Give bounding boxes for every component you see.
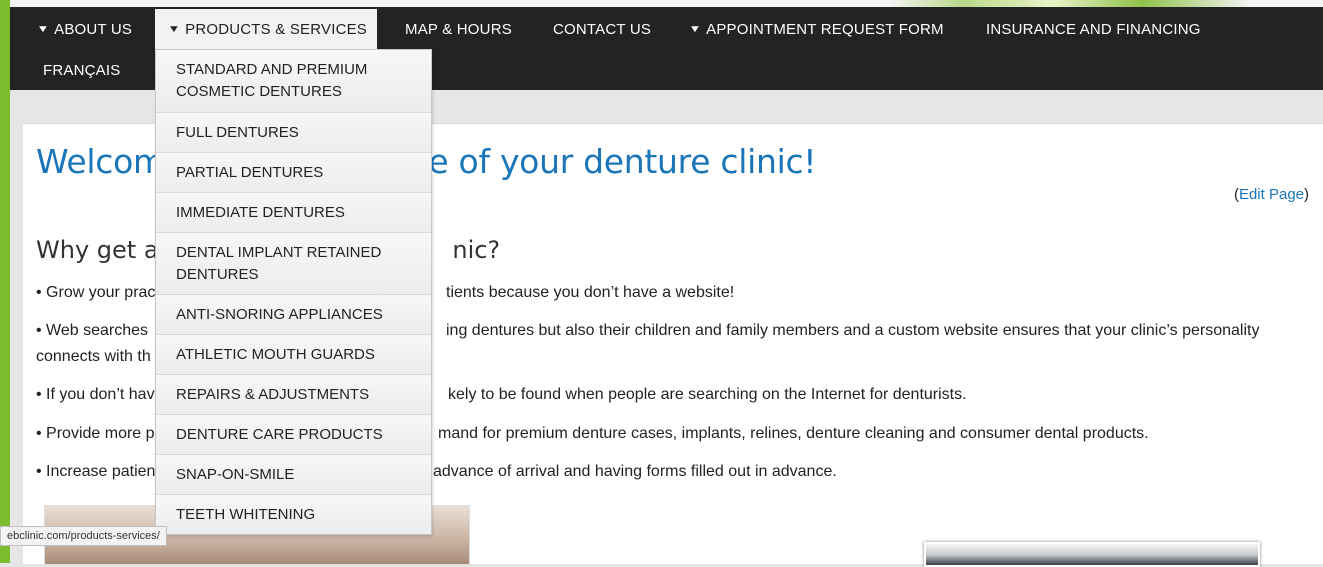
nav-francais[interactable]: FRANÇAIS [29,50,134,90]
bullet-text-left: • If you don’t hav [36,386,155,403]
bullet-text-left: • Grow your prac [36,284,156,301]
menu-item-anti-snoring[interactable]: ANTI-SNORING APPLIANCES [156,295,431,335]
menu-item-full-dentures[interactable]: FULL DENTURES [156,113,431,153]
menu-item-label: REPAIRS & ADJUSTMENTS [176,385,370,403]
menu-item-mouth-guards[interactable]: ATHLETIC MOUTH GUARDS [156,335,431,375]
banner-artwork [890,0,1250,7]
edit-page-link[interactable]: Edit Page [1239,186,1304,203]
edit-page: (Edit Page) [1234,186,1309,203]
nav-label: CONTACT US [553,20,652,38]
bullet-text-left: connects with th [36,348,151,365]
menu-item-care-products[interactable]: DENTURE CARE PRODUCTS [156,415,431,455]
chevron-down-icon: ▼ [688,23,702,35]
bullet-text-right: mand for premium denture cases, implants… [438,425,1149,442]
bullet-text-right: advance of arrival and having forms fill… [433,463,837,480]
chevron-down-icon: ▼ [36,23,50,35]
nav-label: PRODUCTS & SERVICES [185,20,368,38]
clinic-photo-right [924,542,1260,567]
menu-item-label: ATHLETIC MOUTH GUARDS [176,345,375,363]
nav-contact-us[interactable]: CONTACT US [539,9,665,49]
menu-item-label: FULL DENTURES [176,123,299,141]
nav-map-hours[interactable]: MAP & HOURS [391,9,526,49]
bullet-text-right: ing dentures but also their children and… [446,322,1260,339]
products-dropdown-menu: STANDARD AND PREMIUM COSMETIC DENTURES F… [155,49,432,535]
menu-item-label: STANDARD AND PREMIUM COSMETIC DENTURES [176,61,368,100]
nav-label: MAP & HOURS [405,20,512,38]
menu-item-label: ANTI-SNORING APPLIANCES [176,305,383,323]
left-accent-strip [0,0,10,563]
menu-item-implant-dentures[interactable]: DENTAL IMPLANT RETAINED DENTURES [156,233,431,295]
nav-label: APPOINTMENT REQUEST FORM [706,20,944,38]
nav-appointment-request[interactable]: ▼ APPOINTMENT REQUEST FORM [676,9,958,49]
nav-about-us[interactable]: ▼ ABOUT US [24,9,146,49]
nav-products-services[interactable]: ▼ PRODUCTS & SERVICES [155,9,377,49]
status-url-text: ebclinic.com/products-services/ [7,530,160,542]
menu-item-label: TEETH WHITENING [176,505,316,523]
nav-insurance-financing[interactable]: INSURANCE AND FINANCING [972,9,1215,49]
menu-item-immediate-dentures[interactable]: IMMEDIATE DENTURES [156,193,431,233]
bullet-text-left: • Web searches [36,322,149,339]
bullet-text-left: • Increase patien [36,463,156,480]
menu-item-partial-dentures[interactable]: PARTIAL DENTURES [156,153,431,193]
menu-item-label: DENTURE CARE PRODUCTS [176,425,383,443]
nav-label: FRANÇAIS [43,61,121,79]
menu-item-label: DENTAL IMPLANT RETAINED DENTURES [176,243,382,283]
page-title-right: ite of your denture clinic! [406,142,817,181]
bullet-text-right: kely to be found when people are searchi… [448,386,967,403]
menu-item-label: SNAP-ON-SMILE [176,465,295,483]
menu-item-label: PARTIAL DENTURES [176,163,324,181]
menu-item-snap-on-smile[interactable]: SNAP-ON-SMILE [156,455,431,495]
chevron-down-icon: ▼ [167,23,181,35]
bullet-text-right: tients because you don’t have a website! [446,284,735,301]
menu-item-repairs[interactable]: REPAIRS & ADJUSTMENTS [156,375,431,415]
menu-item-cosmetic-dentures[interactable]: STANDARD AND PREMIUM COSMETIC DENTURES [156,50,431,113]
header-banner [10,0,1323,7]
section-heading-right: nic? [452,236,501,264]
bullet-text-left: • Provide more p [36,425,155,442]
nav-label: INSURANCE AND FINANCING [986,20,1201,38]
edit-paren-close: ) [1304,186,1309,203]
menu-item-label: IMMEDIATE DENTURES [176,203,345,221]
menu-item-teeth-whitening[interactable]: TEETH WHITENING [156,495,431,534]
status-bar-url: ebclinic.com/products-services/ [0,526,167,546]
nav-label: ABOUT US [54,20,133,38]
